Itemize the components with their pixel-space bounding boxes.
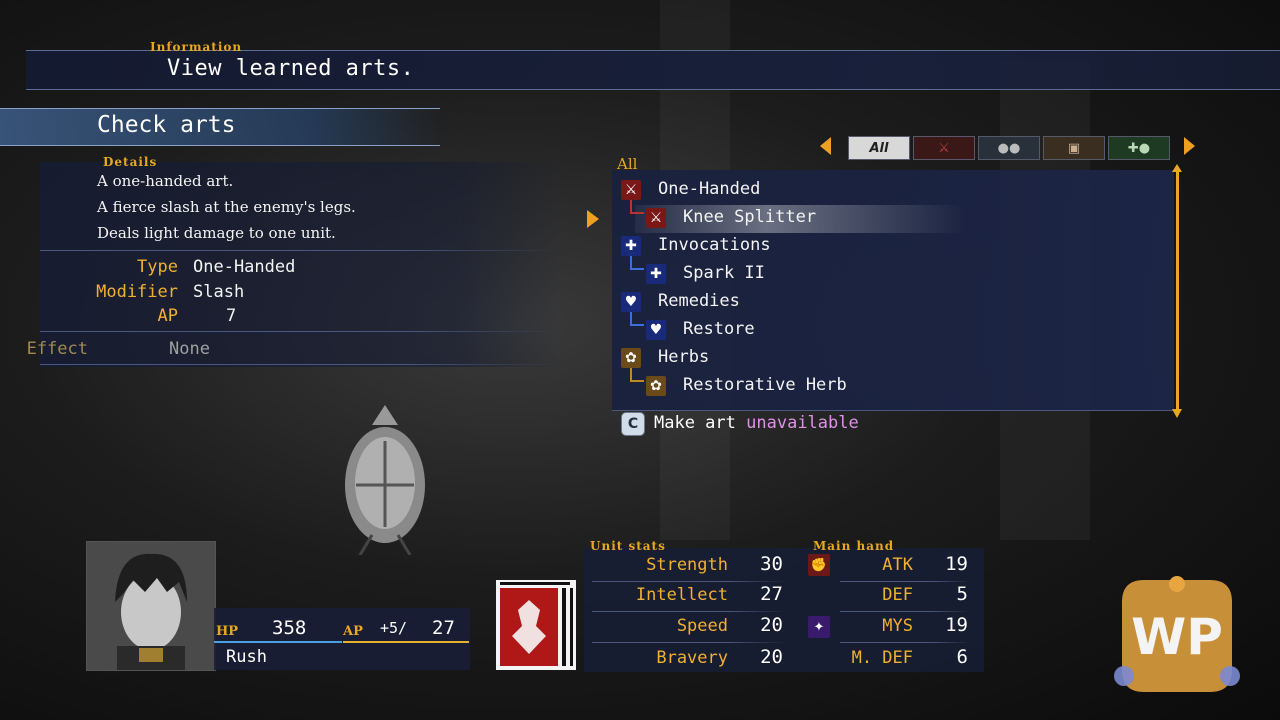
tree-branch [630, 368, 644, 382]
tab-items[interactable]: ▣ [1043, 136, 1105, 160]
orbs-icon: ●● [997, 140, 1021, 156]
selection-cursor-icon [587, 210, 599, 228]
scrollbar[interactable] [1176, 170, 1179, 412]
art-label: Restore [683, 319, 755, 339]
art-label: Herbs [658, 347, 710, 367]
tab-party[interactable]: ✚● [1108, 136, 1170, 160]
ap-label: AP [343, 624, 363, 639]
atk-key: ATK [882, 555, 913, 575]
unit-stats-label: Unit stats [590, 539, 666, 553]
art-label: Spark II [683, 263, 765, 283]
ap-value: 7 [226, 306, 237, 326]
chest-icon: ▣ [1067, 140, 1081, 156]
character-portrait [86, 541, 216, 671]
divider [840, 611, 970, 612]
hp-label: HP [216, 624, 239, 639]
lightning-icon: ✚ [646, 264, 666, 284]
heart-icon: ♥ [621, 292, 641, 312]
information-label: Information [150, 40, 243, 54]
heart-icon: ♥ [646, 320, 666, 340]
party-icon: ✚● [1127, 140, 1151, 156]
ap-total: 27 [432, 617, 455, 639]
mys-key: MYS [882, 616, 913, 636]
lightning-icon: ✚ [621, 236, 641, 256]
effect-value: None [169, 339, 210, 359]
mdef-value: 6 [956, 646, 968, 668]
hp-value: 358 [272, 617, 307, 639]
wp-watermark-text: WP [1131, 608, 1223, 666]
background-lantern [342, 405, 428, 556]
stat-intellect-key: Intellect [635, 585, 728, 605]
art-label: One-Handed [658, 179, 761, 199]
art-label: Knee Splitter [683, 207, 817, 227]
mdef-key: M. DEF [851, 648, 913, 668]
stat-strength-key: Strength [646, 555, 728, 575]
def-key: DEF [882, 585, 913, 605]
details-label: Details [103, 155, 158, 169]
character-name: Rush [226, 647, 267, 667]
divider [40, 250, 560, 251]
divider [40, 331, 560, 332]
make-art-state: unavailable [746, 413, 859, 433]
tab-next-arrow[interactable] [1184, 137, 1195, 155]
herb-icon: ✿ [646, 376, 666, 396]
art-label: Invocations [658, 235, 771, 255]
def-value: 5 [956, 583, 968, 605]
mys-value: 19 [945, 614, 968, 636]
divider [840, 642, 970, 643]
atk-value: 19 [945, 553, 968, 575]
ap-key: AP [157, 306, 178, 326]
stat-speed-key: Speed [676, 616, 728, 636]
arts-filter-label: All [617, 155, 638, 173]
description-line: A fierce slash at the enemy's legs. [97, 198, 356, 216]
type-key: Type [137, 257, 178, 277]
make-art-unavailable-button[interactable]: Make art unavailable [654, 413, 859, 433]
effect-key: Effect [26, 339, 88, 359]
stat-bravery-key: Bravery [656, 648, 728, 668]
make-art-label: Make art [654, 413, 736, 433]
tab-all[interactable]: All [848, 136, 910, 160]
scroll-down-icon[interactable] [1172, 409, 1182, 418]
divider [592, 611, 786, 612]
ap-bonus: +5/ [380, 619, 408, 637]
art-label: Remedies [658, 291, 740, 311]
sword-icon: ⚔ [621, 180, 641, 200]
divider [592, 581, 786, 582]
tree-branch [630, 256, 644, 270]
main-hand-label: Main hand [813, 539, 895, 553]
tab-prev-arrow[interactable] [820, 137, 831, 155]
crossed-swords-icon: ⚔ [938, 140, 950, 156]
description-line: Deals light damage to one unit. [97, 224, 336, 242]
tab-magic[interactable]: ●● [978, 136, 1040, 160]
art-label: Restorative Herb [683, 375, 847, 395]
modifier-key: Modifier [96, 282, 178, 302]
section-title: Check arts [97, 112, 236, 138]
ap-gauge [343, 641, 469, 643]
modifier-value: Slash [193, 282, 245, 302]
union-emblem-icon [496, 580, 576, 670]
tree-branch [630, 312, 644, 326]
c-button-icon[interactable]: C [621, 412, 645, 436]
tab-all-label: All [869, 140, 889, 156]
herb-icon: ✿ [621, 348, 641, 368]
tree-branch [630, 200, 644, 214]
divider [840, 581, 970, 582]
tab-weapon[interactable]: ⚔ [913, 136, 975, 160]
divider [592, 642, 786, 643]
divider [40, 364, 560, 365]
hp-gauge [214, 641, 342, 643]
wp-watermark-logo: WP [1102, 572, 1252, 700]
sword-icon: ⚔ [646, 208, 666, 228]
description-line: A one-handed art. [97, 172, 234, 190]
type-value: One-Handed [193, 257, 296, 277]
information-text: View learned arts. [167, 56, 415, 81]
